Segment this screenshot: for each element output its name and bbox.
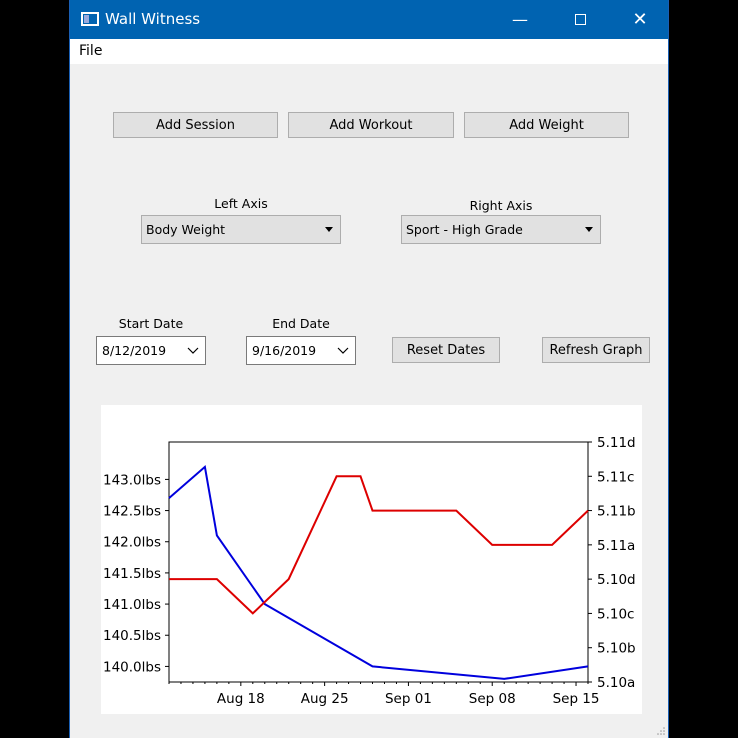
right-axis-label: Right Axis bbox=[469, 198, 533, 213]
dropdown-arrow-icon bbox=[585, 227, 593, 232]
menu-bar: File bbox=[70, 39, 668, 64]
left-tick-label: 142.5lbs bbox=[103, 504, 161, 520]
left-tick-label: 140.0lbs bbox=[103, 659, 161, 675]
close-icon: ✕ bbox=[632, 9, 648, 30]
start-date-field[interactable]: 8/12/2019 bbox=[96, 336, 206, 365]
add-session-button[interactable]: Add Session bbox=[113, 112, 278, 138]
x-tick-label: Aug 18 bbox=[217, 691, 265, 707]
right-tick-label: 5.11d bbox=[597, 435, 636, 451]
maximize-icon bbox=[574, 14, 586, 25]
left-tick-label: 142.0lbs bbox=[103, 535, 161, 551]
left-axis-label: Left Axis bbox=[214, 196, 268, 211]
right-tick-label: 5.11b bbox=[597, 504, 636, 520]
left-tick-label: 141.5lbs bbox=[103, 566, 161, 582]
x-tick-label: Sep 01 bbox=[385, 691, 432, 707]
left-tick-label: 141.0lbs bbox=[103, 597, 161, 613]
right-axis-select[interactable]: Sport - High Grade bbox=[401, 215, 601, 244]
high-grade-line bbox=[169, 475, 589, 615]
right-tick-label: 5.11a bbox=[597, 538, 635, 554]
add-workout-button[interactable]: Add Workout bbox=[288, 112, 454, 138]
end-date-value: 9/16/2019 bbox=[252, 343, 317, 358]
app-icon bbox=[81, 12, 99, 26]
right-tick-label: 5.10a bbox=[597, 675, 635, 691]
refresh-graph-button[interactable]: Refresh Graph bbox=[542, 337, 650, 363]
reset-dates-button[interactable]: Reset Dates bbox=[392, 337, 500, 363]
right-tick-label: 5.11c bbox=[597, 469, 634, 485]
left-axis-select[interactable]: Body Weight bbox=[141, 215, 341, 244]
add-weight-button[interactable]: Add Weight bbox=[464, 112, 629, 138]
right-tick-label: 5.10b bbox=[597, 641, 636, 657]
right-tick-label: 5.10d bbox=[597, 572, 636, 588]
menu-file[interactable]: File bbox=[79, 43, 102, 59]
end-date-field[interactable]: 9/16/2019 bbox=[246, 336, 356, 365]
resize-grip-icon[interactable] bbox=[656, 726, 666, 736]
close-button[interactable]: ✕ bbox=[617, 0, 663, 39]
app-window: Wall Witness — ✕ File Add Session Add Wo… bbox=[69, 0, 669, 738]
end-date-label: End Date bbox=[272, 316, 330, 331]
chevron-down-icon[interactable] bbox=[187, 344, 199, 356]
line-chart: 140.0lbs 140.5lbs 141.0lbs 141.5lbs 142.0lbs… bbox=[103, 435, 636, 707]
chevron-down-icon[interactable] bbox=[337, 344, 349, 356]
window-title: Wall Witness bbox=[105, 10, 201, 28]
minimize-button[interactable]: — bbox=[497, 0, 543, 39]
left-tick-label: 143.0lbs bbox=[103, 472, 161, 488]
left-axis-value: Body Weight bbox=[146, 222, 226, 237]
x-tick-label: Aug 25 bbox=[301, 691, 349, 707]
dropdown-arrow-icon bbox=[325, 227, 333, 232]
right-axis-value: Sport - High Grade bbox=[406, 222, 523, 237]
right-tick-label: 5.10c bbox=[597, 606, 634, 622]
start-date-value: 8/12/2019 bbox=[102, 343, 167, 358]
title-bar[interactable]: Wall Witness — ✕ bbox=[70, 0, 668, 39]
x-tick-label: Sep 15 bbox=[553, 691, 600, 707]
body-weight-line bbox=[168, 464, 589, 680]
start-date-label: Start Date bbox=[118, 316, 184, 331]
minimize-icon: — bbox=[512, 10, 528, 29]
x-tick-label: Sep 08 bbox=[469, 691, 516, 707]
plot-frame bbox=[168, 441, 589, 683]
left-tick-label: 140.5lbs bbox=[103, 628, 161, 644]
graph-panel: 140.0lbs 140.5lbs 141.0lbs 141.5lbs 142.0lbs… bbox=[101, 405, 642, 714]
maximize-button[interactable] bbox=[557, 0, 603, 39]
